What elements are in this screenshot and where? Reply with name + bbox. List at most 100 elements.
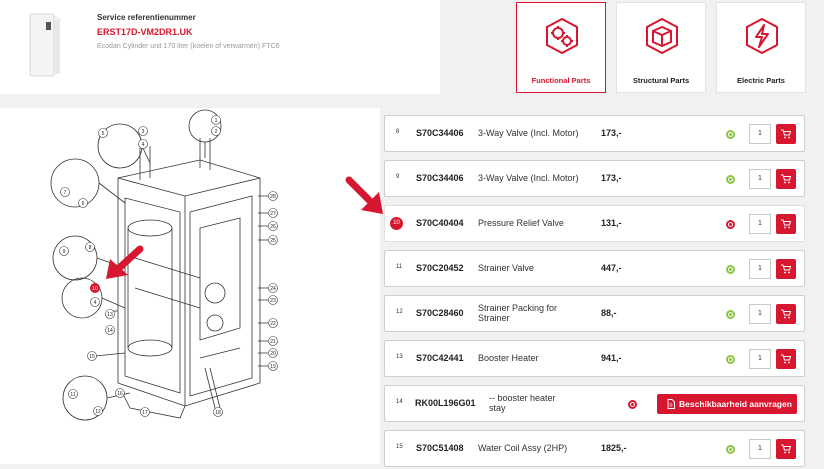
svg-text:7: 7 [64,190,67,196]
part-description: Pressure Relief Valve [478,218,564,228]
part-row-11[interactable]: 11 S70C20452 Strainer Valve 447,- 1 [384,250,805,287]
quantity-input[interactable]: 1 [749,349,771,369]
cart-icon [781,309,791,319]
cart-icon [781,174,791,184]
cart-icon [781,354,791,364]
svg-text:12: 12 [95,409,101,415]
arrow-pointer-icon [106,245,144,279]
svg-text:18: 18 [215,410,221,416]
svg-text:10: 10 [92,286,98,292]
arrow-pointer-icon [345,176,383,214]
request-availability-button[interactable]: Beschikbaarheid aanvragen [657,394,797,414]
tab-structural-parts[interactable]: Structural Parts [616,2,706,93]
tab-functional-parts-label: Functional Parts [531,76,591,85]
part-row-9[interactable]: 9 S70C34406 3-Way Valve (Incl. Motor) 17… [384,160,805,197]
part-code: S70C34406 [416,128,464,138]
quantity-input[interactable]: 1 [749,304,771,324]
callout-18: 18 [213,407,223,417]
part-description: 3-Way Valve (Incl. Motor) [478,128,579,138]
availability-indicator [726,310,735,319]
part-row-14[interactable]: 14 RK00L196G01 -- booster heater stay Be… [384,385,805,422]
part-row-15[interactable]: 15 S70C51408 Water Coil Assy (2HP) 1825,… [384,430,805,467]
part-price: 173,- [601,173,622,183]
part-price: 131,- [601,218,622,228]
callout-27: 27 [268,208,278,218]
part-row-8[interactable]: 8 S70C34406 3-Way Valve (Incl. Motor) 17… [384,115,805,152]
quantity-input[interactable]: 1 [749,124,771,144]
availability-indicator [726,355,735,364]
svg-text:4: 4 [142,142,145,148]
request-availability-label: Beschikbaarheid aanvragen [679,399,792,409]
part-price: 173,- [601,128,622,138]
part-number: 13 [396,354,403,360]
add-to-cart-button[interactable] [776,439,796,459]
svg-text:2: 2 [215,129,218,135]
part-price: 1825,- [601,443,627,453]
add-to-cart-button[interactable] [776,349,796,369]
svg-text:15: 15 [89,354,95,360]
tab-functional-parts[interactable]: Functional Parts [516,2,606,93]
add-to-cart-button[interactable] [776,304,796,324]
tab-electric-parts[interactable]: Electric Parts [716,2,806,93]
callout-28: 28 [268,191,278,201]
cart-icon [781,219,791,229]
svg-text:22: 22 [270,321,276,327]
product-description: Ecodan Cylinder unit 170 liter (koelen o… [97,43,280,50]
part-description: Water Coil Assy (2HP) [478,443,568,453]
svg-text:3: 3 [142,129,145,135]
service-label: Service referentienummer [97,13,196,22]
svg-text:24: 24 [270,286,276,292]
availability-indicator [726,220,735,229]
callout-12: 12 [93,406,103,416]
svg-text:16: 16 [117,391,123,397]
callout-11: 11 [68,389,78,399]
callout-7: 7 [60,187,70,197]
part-row-12[interactable]: 12 S70C28460 Strainer Packing for Strain… [384,295,805,332]
add-to-cart-button[interactable] [776,214,796,234]
part-description: -- booster heater stay [489,393,556,413]
quantity-input[interactable]: 1 [749,214,771,234]
svg-text:4: 4 [94,300,97,306]
svg-text:11: 11 [70,392,75,398]
callout-21: 21 [268,336,278,346]
callout-4b: 4 [90,297,100,307]
svg-text:21: 21 [270,339,276,345]
svg-text:20: 20 [270,351,276,357]
quantity-input[interactable]: 1 [749,169,771,189]
tab-structural-parts-label: Structural Parts [632,76,690,85]
cart-icon [781,264,791,274]
part-number: 14 [396,399,403,405]
add-to-cart-button[interactable] [776,259,796,279]
part-number: 15 [396,444,403,450]
svg-text:13: 13 [107,312,113,318]
part-price: 941,- [601,353,622,363]
part-row-10[interactable]: 10 S70C40404 Pressure Relief Valve 131,-… [384,205,805,242]
service-number: ERST17D-VM2DR1.UK [97,27,193,37]
product-card: Service referentienummer ERST17D-VM2DR1.… [0,0,440,94]
add-to-cart-button[interactable] [776,169,796,189]
quantity-input[interactable]: 1 [749,259,771,279]
part-number: 9 [396,174,400,180]
callout-24: 24 [268,283,278,293]
part-number: 12 [396,309,403,315]
add-to-cart-button[interactable] [776,124,796,144]
part-row-13[interactable]: 13 S70C42441 Booster Heater 941,- 1 [384,340,805,377]
callout-22: 22 [268,318,278,328]
callout-2: 2 [211,126,221,136]
callout-19: 19 [268,361,278,371]
availability-indicator [726,265,735,274]
callout-25: 25 [268,235,278,245]
callout-1: 1 [211,115,221,125]
box-icon [646,17,678,55]
part-code: S70C34406 [416,173,464,183]
svg-text:9: 9 [63,249,66,255]
part-code: S70C51408 [416,443,464,453]
quantity-input[interactable]: 1 [749,439,771,459]
gears-icon [546,17,578,55]
svg-text:1: 1 [215,118,218,124]
part-description: Booster Heater [478,353,539,363]
lightning-icon [746,17,778,55]
part-number: 8 [396,129,400,135]
part-price: 88,- [601,308,617,318]
callout-17: 17 [140,407,150,417]
